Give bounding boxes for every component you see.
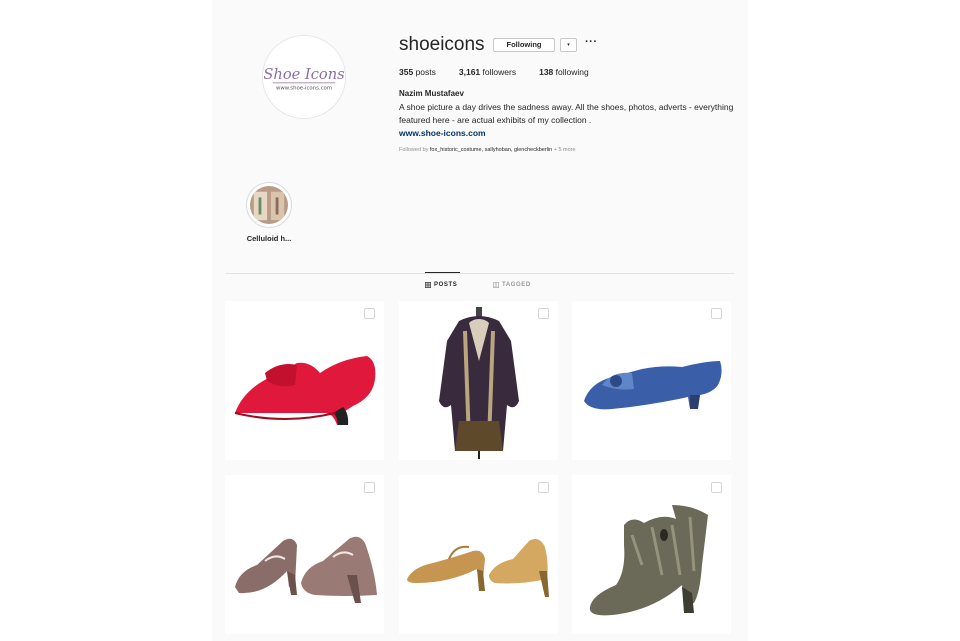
profile-bio: A shoe picture a day drives the sadness … xyxy=(399,102,734,125)
profile-full-name: Nazim Mustafaev xyxy=(399,89,464,98)
followers-count[interactable]: 3,161 followers xyxy=(459,67,516,77)
followed-by-text[interactable]: Followed by fox_historic_costume, sallyh… xyxy=(399,147,576,153)
select-checkbox[interactable] xyxy=(711,308,722,319)
following-count[interactable]: 138 following xyxy=(539,67,589,77)
posts-count: 355 posts xyxy=(399,67,436,77)
profile-page: Shoe Icons www.shoe-icons.com shoeicons … xyxy=(212,0,748,641)
gold-shoes-image xyxy=(407,539,549,597)
select-checkbox[interactable] xyxy=(538,482,549,493)
mauve-shoes-image xyxy=(235,536,377,603)
select-checkbox[interactable] xyxy=(364,308,375,319)
coat-image xyxy=(439,307,519,459)
more-options-icon[interactable]: ··· xyxy=(585,36,598,48)
tab-tagged[interactable]: TAGGED xyxy=(493,282,531,288)
select-checkbox[interactable] xyxy=(711,482,722,493)
following-button[interactable]: Following xyxy=(493,38,555,52)
tag-icon xyxy=(493,282,499,288)
active-tab-indicator xyxy=(425,272,460,273)
profile-stats: 355 posts 3,161 followers 138 following xyxy=(399,67,589,77)
lace-boot-image xyxy=(589,505,708,616)
shoe-icons-logo: Shoe Icons www.shoe-icons.com xyxy=(263,36,345,118)
tabs-divider xyxy=(226,273,734,274)
svg-text:www.shoe-icons.com: www.shoe-icons.com xyxy=(276,86,332,92)
select-checkbox[interactable] xyxy=(538,308,549,319)
post-tile[interactable] xyxy=(399,475,558,634)
blue-shoe-image xyxy=(584,361,722,410)
story-highlight[interactable] xyxy=(246,182,292,228)
red-shoe-image xyxy=(234,356,376,425)
profile-username: shoeicons xyxy=(399,34,485,55)
tab-posts[interactable]: POSTS xyxy=(425,282,457,288)
highlight-label: Celluloid h... xyxy=(246,234,292,243)
svg-text:Shoe Icons: Shoe Icons xyxy=(263,66,344,83)
grid-icon xyxy=(425,282,431,288)
select-checkbox[interactable] xyxy=(364,482,375,493)
post-tile[interactable] xyxy=(225,475,384,634)
profile-avatar[interactable]: Shoe Icons www.shoe-icons.com xyxy=(262,35,346,119)
post-tile[interactable] xyxy=(572,475,731,634)
highlight-thumbnail xyxy=(250,186,288,224)
post-tile[interactable] xyxy=(225,301,384,460)
suggestions-dropdown-button[interactable]: ▾ xyxy=(560,38,577,52)
post-tile[interactable] xyxy=(572,301,731,460)
profile-website-link[interactable]: www.shoe-icons.com xyxy=(399,128,486,138)
post-tile[interactable] xyxy=(399,301,558,460)
